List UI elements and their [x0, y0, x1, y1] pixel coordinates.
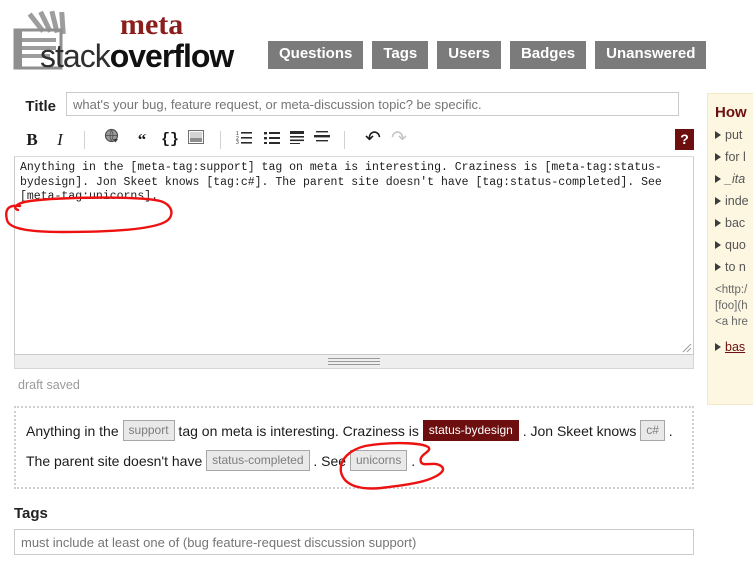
blockquote-button[interactable]: “ — [132, 128, 152, 152]
logo-stack-text: stack — [40, 38, 111, 74]
tag-chip-status-bydesign[interactable]: status-bydesign — [422, 420, 519, 441]
sidebar-item-label: _ita — [725, 172, 746, 186]
sidebar-item-to-make[interactable]: to n — [715, 260, 753, 274]
link-icon[interactable] — [102, 128, 122, 152]
sidebar-code-line-3: <a hre — [715, 316, 748, 328]
bullet-list-icon[interactable] — [262, 128, 282, 152]
nav-questions[interactable]: Questions — [268, 41, 364, 69]
triangle-bullet-icon — [715, 175, 721, 183]
ask-question-form: Title B I “ {} — [0, 88, 700, 555]
formatting-help-sidebar: How put for l _ita inde bac quo to n <ht… — [707, 93, 753, 405]
sidebar-item-indent[interactable]: inde — [715, 194, 753, 208]
sidebar-item-label: to n — [725, 260, 746, 274]
sidebar-item-for-links[interactable]: for l — [715, 150, 753, 164]
image-icon[interactable] — [186, 128, 206, 152]
tags-section: Tags — [14, 505, 694, 555]
preview-text: Anything in the — [26, 423, 123, 439]
italic-button[interactable]: I — [50, 128, 70, 152]
drag-grip-lines — [328, 358, 380, 366]
sidebar-code-line-1: <http:/ — [715, 284, 748, 296]
triangle-bullet-icon — [715, 219, 721, 227]
sidebar-item-basic-help-link[interactable]: bas — [715, 340, 753, 354]
numbered-list-glyph: 1 2 3 — [236, 131, 252, 146]
toolbar-divider-2 — [220, 131, 221, 149]
heading-icon[interactable] — [287, 128, 307, 152]
bold-button[interactable]: B — [22, 128, 42, 152]
undo-icon[interactable]: ↶ — [362, 128, 384, 152]
editor-drag-handle[interactable] — [14, 355, 694, 369]
logo-meta-text: meta — [120, 8, 184, 41]
toolbar-divider-1 — [84, 131, 85, 149]
preview-text: . See — [309, 453, 350, 469]
sidebar-item-quote[interactable]: quo — [715, 238, 753, 252]
preview-line-1: Anything in the support tag on meta is i… — [26, 417, 682, 445]
sidebar-item-label: quo — [725, 238, 746, 252]
sidebar-item-italic[interactable]: _ita — [715, 172, 753, 186]
sidebar-item-label: for l — [725, 150, 746, 164]
triangle-bullet-icon — [715, 241, 721, 249]
sidebar-title: How — [715, 104, 747, 121]
redo-icon[interactable]: ↷ — [388, 128, 410, 152]
triangle-bullet-icon — [715, 263, 721, 271]
logo-stackoverflow-text: stackoverflow — [40, 38, 235, 75]
draft-status: draft saved — [18, 378, 80, 392]
svg-text:3: 3 — [236, 140, 239, 144]
link-icon-glyph — [104, 128, 118, 143]
title-input[interactable] — [66, 92, 679, 116]
sidebar-item-label: bas — [725, 340, 746, 354]
tag-chip-csharp[interactable]: c# — [640, 420, 665, 441]
sidebar-item-label: put — [725, 128, 743, 142]
triangle-bullet-icon — [715, 131, 721, 139]
triangle-bullet-icon — [715, 197, 721, 205]
page-root: meta stackoverflow Questions Tags Users … — [0, 0, 753, 569]
tag-chip-status-completed[interactable]: status-completed — [206, 450, 310, 471]
preview-text: tag on meta is interesting. Craziness is — [174, 423, 423, 439]
code-button[interactable]: {} — [159, 128, 181, 152]
markdown-textarea[interactable]: Anything in the [meta-tag:support] tag o… — [14, 157, 694, 355]
tags-input[interactable] — [14, 529, 694, 555]
site-header: meta stackoverflow Questions Tags Users … — [0, 0, 753, 86]
preview-line-2: The parent site doesn't have status-comp… — [26, 447, 682, 475]
tag-chip-unicorns[interactable]: unicorns — [349, 450, 408, 471]
editor-help-button[interactable]: ? — [675, 129, 694, 150]
site-logo[interactable]: meta stackoverflow — [12, 8, 257, 74]
sidebar-item-label: bac — [725, 216, 746, 230]
markdown-editor: B I “ {} 1 2 3 ↶ ↷ ? Anything in the [me… — [14, 128, 694, 369]
textarea-resize-handle[interactable] — [680, 341, 692, 353]
preview-text: . Jon Skeet knows — [518, 423, 641, 439]
title-label: Title — [25, 98, 56, 115]
title-row: Title — [0, 88, 700, 116]
horizontal-rule-glyph — [314, 131, 330, 142]
triangle-bullet-icon — [715, 153, 721, 161]
numbered-list-icon[interactable]: 1 2 3 — [234, 128, 254, 152]
sidebar-code-line-2: [foo](h — [715, 300, 748, 312]
preview-text: The parent site doesn't have — [26, 453, 207, 469]
main-navigation: Questions Tags Users Badges Unanswered — [268, 41, 707, 69]
nav-unanswered[interactable]: Unanswered — [595, 41, 707, 69]
triangle-bullet-icon — [715, 343, 721, 351]
sidebar-item-label: inde — [725, 194, 749, 208]
preview-text: . — [664, 423, 673, 439]
toolbar-divider-3 — [344, 131, 345, 149]
editor-body-wrap: Anything in the [meta-tag:support] tag o… — [14, 157, 694, 355]
logo-overflow-text: overflow — [109, 38, 235, 74]
nav-users[interactable]: Users — [437, 41, 501, 69]
tag-chip-support[interactable]: support — [122, 420, 175, 441]
horizontal-rule-icon[interactable] — [312, 128, 332, 152]
nav-tags[interactable]: Tags — [372, 41, 429, 69]
image-icon-glyph — [188, 130, 204, 144]
nav-badges[interactable]: Badges — [509, 41, 587, 69]
editor-toolbar: B I “ {} 1 2 3 ↶ ↷ ? — [14, 128, 694, 157]
bullet-list-glyph — [264, 132, 280, 145]
heading-glyph — [290, 131, 304, 145]
preview-text: . — [407, 453, 416, 469]
sidebar-item-backtick[interactable]: bac — [715, 216, 753, 230]
tags-label: Tags — [14, 505, 48, 522]
markdown-preview: Anything in the support tag on meta is i… — [14, 406, 694, 489]
sidebar-item-put[interactable]: put — [715, 128, 753, 142]
